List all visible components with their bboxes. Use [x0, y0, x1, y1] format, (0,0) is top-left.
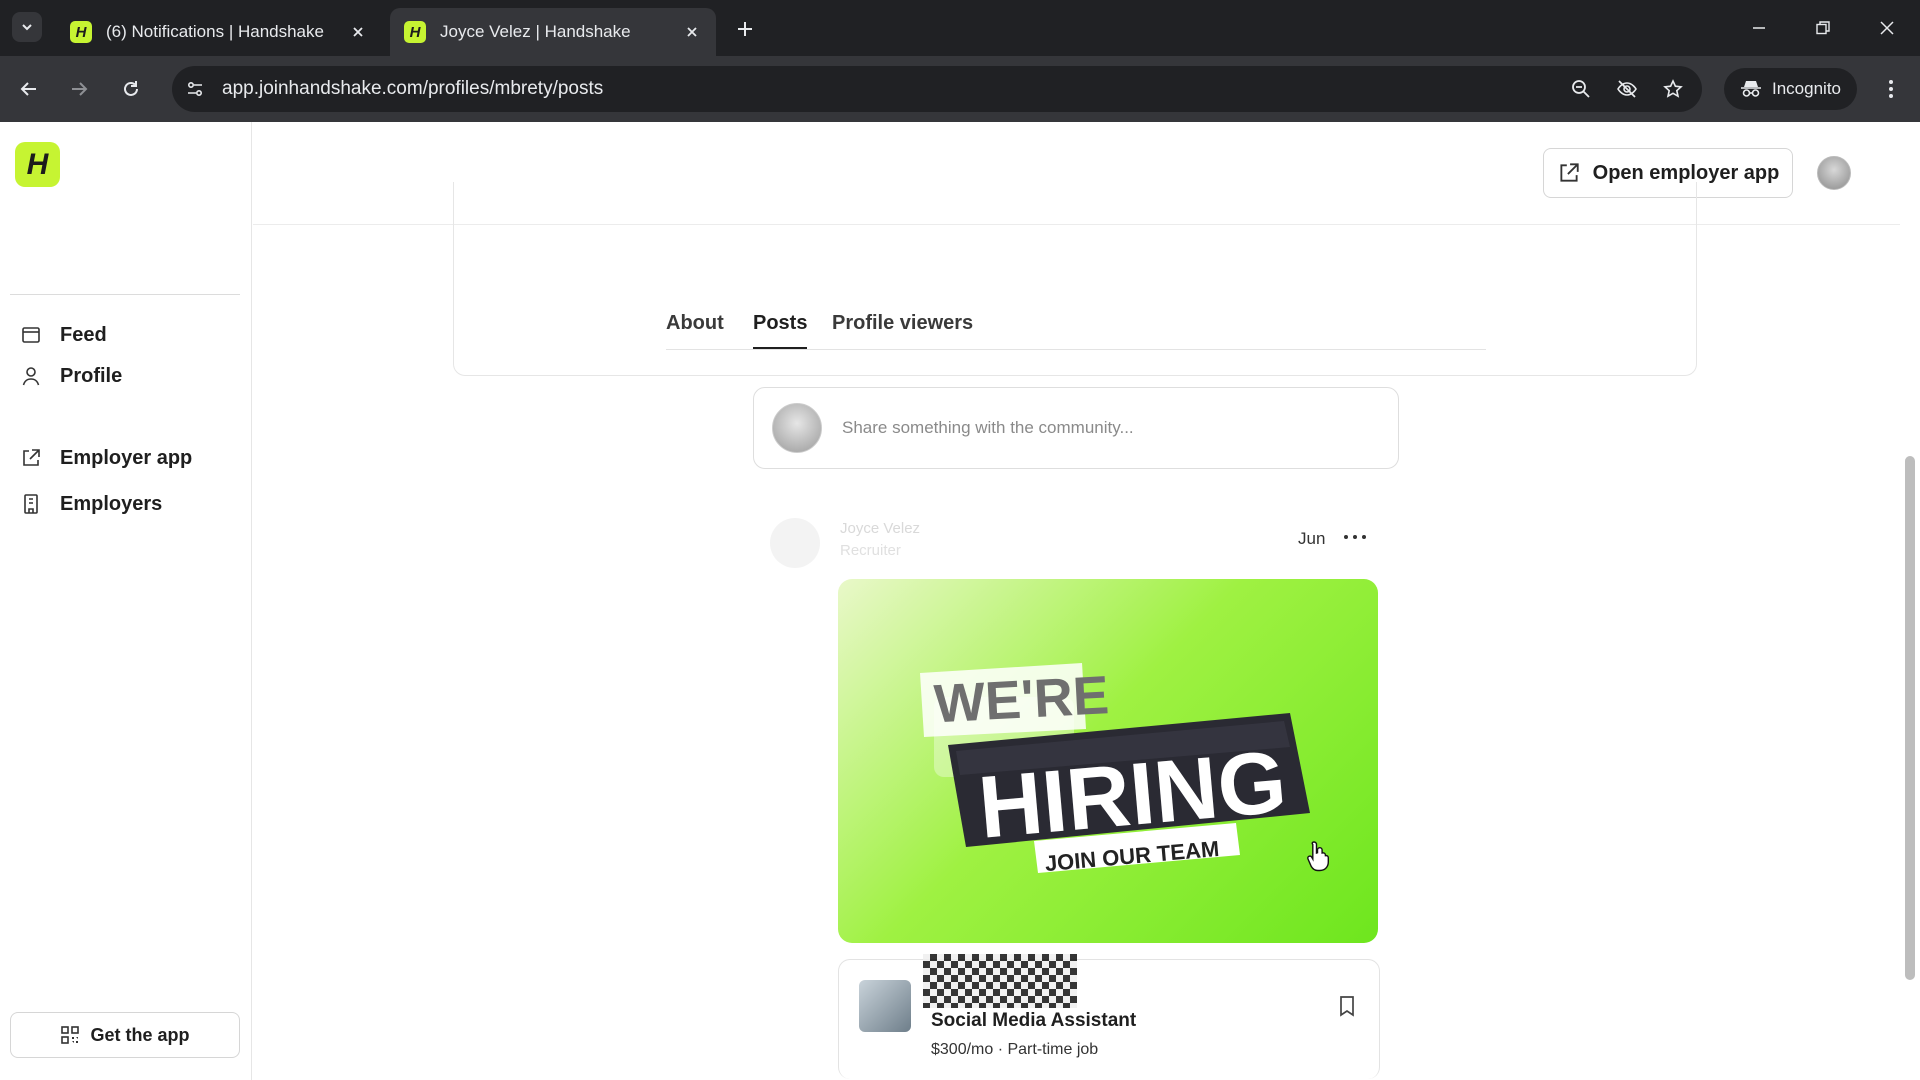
post-author-name[interactable]: Joyce Velez — [840, 520, 920, 537]
post-header: Joyce Velez Recruiter — [770, 514, 1370, 570]
reload-icon — [124, 81, 138, 96]
bookmark-star-button[interactable] — [1656, 72, 1690, 106]
incognito-icon — [1741, 81, 1761, 97]
browser-tab-profile[interactable]: H Joyce Velez | Handshake — [390, 8, 716, 56]
close-icon — [687, 27, 697, 37]
sidebar-item-profile[interactable]: Profile — [20, 358, 122, 394]
incognito-indicator[interactable]: Incognito — [1724, 68, 1857, 110]
plus-icon — [738, 22, 752, 36]
minimize-icon — [1753, 27, 1765, 29]
tab-search-button[interactable] — [12, 12, 42, 42]
hiring-graphic: WE'RE HIRING JOIN OUR TEAM — [920, 663, 1310, 876]
sidebar-item-employer-app[interactable]: Employer app — [20, 440, 192, 476]
avatar — [772, 403, 822, 453]
handshake-favicon: H — [70, 21, 92, 43]
profile-tabs: About Posts Profile viewers — [666, 302, 1486, 350]
graphic-text-were: WE'RE — [933, 665, 1111, 734]
post-date: Jun — [1298, 529, 1326, 548]
tab-posts[interactable]: Posts — [753, 312, 808, 349]
feed-icon — [22, 327, 40, 343]
external-link-icon — [23, 449, 40, 466]
scrollbar-thumb[interactable] — [1905, 456, 1915, 980]
post-author-avatar[interactable] — [770, 518, 820, 568]
sidebar-item-employers[interactable]: Employers — [20, 486, 162, 522]
handshake-favicon: H — [404, 21, 426, 43]
tab-title: (6) Notifications | Handshake — [106, 22, 324, 41]
tab-title: Joyce Velez | Handshake — [440, 22, 631, 41]
more-vertical-icon — [1889, 80, 1893, 98]
reload-button[interactable] — [114, 72, 148, 106]
sidebar-item-label: Employers — [60, 492, 163, 515]
forward-button[interactable] — [62, 72, 96, 106]
eye-off-icon — [1617, 80, 1637, 98]
sidebar-item-feed[interactable]: Feed — [20, 317, 107, 353]
post-author-subtitle: Recruiter — [840, 542, 901, 559]
composer-placeholder[interactable]: Share something with the community... — [842, 418, 1134, 438]
star-icon — [1663, 79, 1683, 98]
person-icon — [22, 367, 40, 386]
close-window-button[interactable] — [1860, 8, 1914, 48]
browser-menu-button[interactable] — [1874, 72, 1908, 106]
restore-button[interactable] — [1796, 8, 1850, 48]
building-icon — [24, 494, 38, 514]
get-the-app-label: Get the app — [90, 1024, 190, 1045]
zoom-icon — [1572, 80, 1590, 98]
sidebar-item-label: Profile — [60, 364, 123, 387]
user-avatar[interactable] — [1817, 156, 1851, 190]
tab-profile-viewers[interactable]: Profile viewers — [832, 312, 973, 347]
sidebar: H Feed Profile Employer app Employers Ge… — [0, 122, 252, 1080]
browser-tab-strip: H (6) Notifications | Handshake H Joyce … — [0, 0, 1920, 56]
browser-tab-notifications[interactable]: H (6) Notifications | Handshake — [56, 8, 382, 56]
zoom-button[interactable] — [1564, 72, 1598, 106]
sidebar-divider — [10, 294, 240, 295]
new-tab-button[interactable] — [730, 14, 760, 44]
close-icon — [1880, 21, 1894, 35]
employer-logo — [859, 980, 911, 1032]
more-horizontal-icon — [1344, 535, 1366, 539]
site-info-button[interactable] — [178, 72, 212, 106]
hand-cursor-icon — [1307, 841, 1329, 872]
arrow-right-icon — [72, 82, 88, 96]
close-tab-button[interactable] — [348, 22, 368, 42]
incognito-label: Incognito — [1772, 79, 1841, 98]
job-title[interactable]: Social Media Assistant — [931, 1010, 1136, 1032]
minimize-button[interactable] — [1732, 8, 1786, 48]
close-tab-button[interactable] — [682, 22, 702, 42]
post-image[interactable]: WE'RE HIRING JOIN OUR TEAM — [838, 579, 1378, 943]
tune-icon — [187, 81, 203, 97]
back-button[interactable] — [12, 72, 46, 106]
arrow-left-icon — [20, 82, 36, 96]
sidebar-item-label: Feed — [60, 323, 107, 346]
save-job-button[interactable] — [1333, 992, 1361, 1020]
address-bar[interactable]: app.joinhandshake.com/profiles/mbrety/po… — [172, 66, 1702, 112]
redacted-employer-name — [923, 954, 1077, 1008]
url-text[interactable]: app.joinhandshake.com/profiles/mbrety/po… — [222, 78, 1564, 100]
job-meta: $300/mo · Part-time job — [931, 1041, 1099, 1058]
handshake-page: H Feed Profile Employer app Employers Ge… — [0, 122, 1920, 1080]
chevron-down-icon — [22, 24, 32, 31]
browser-toolbar: app.joinhandshake.com/profiles/mbrety/po… — [0, 56, 1920, 122]
sidebar-item-label: Employer app — [60, 446, 193, 469]
bookmark-icon — [1340, 996, 1354, 1017]
close-icon — [353, 27, 363, 37]
get-the-app-button[interactable]: Get the app — [10, 1012, 240, 1058]
post-options-button[interactable] — [1340, 522, 1370, 552]
job-card[interactable]: Social Media Assistant $300/mo · Part-ti… — [838, 954, 1380, 1079]
qr-code-icon — [61, 1026, 80, 1044]
restore-icon — [1816, 21, 1830, 35]
post-composer[interactable]: Share something with the community... — [753, 387, 1399, 469]
handshake-logo[interactable]: H — [15, 142, 60, 187]
tab-about[interactable]: About — [666, 312, 724, 347]
tracking-protection-button[interactable] — [1610, 72, 1644, 106]
